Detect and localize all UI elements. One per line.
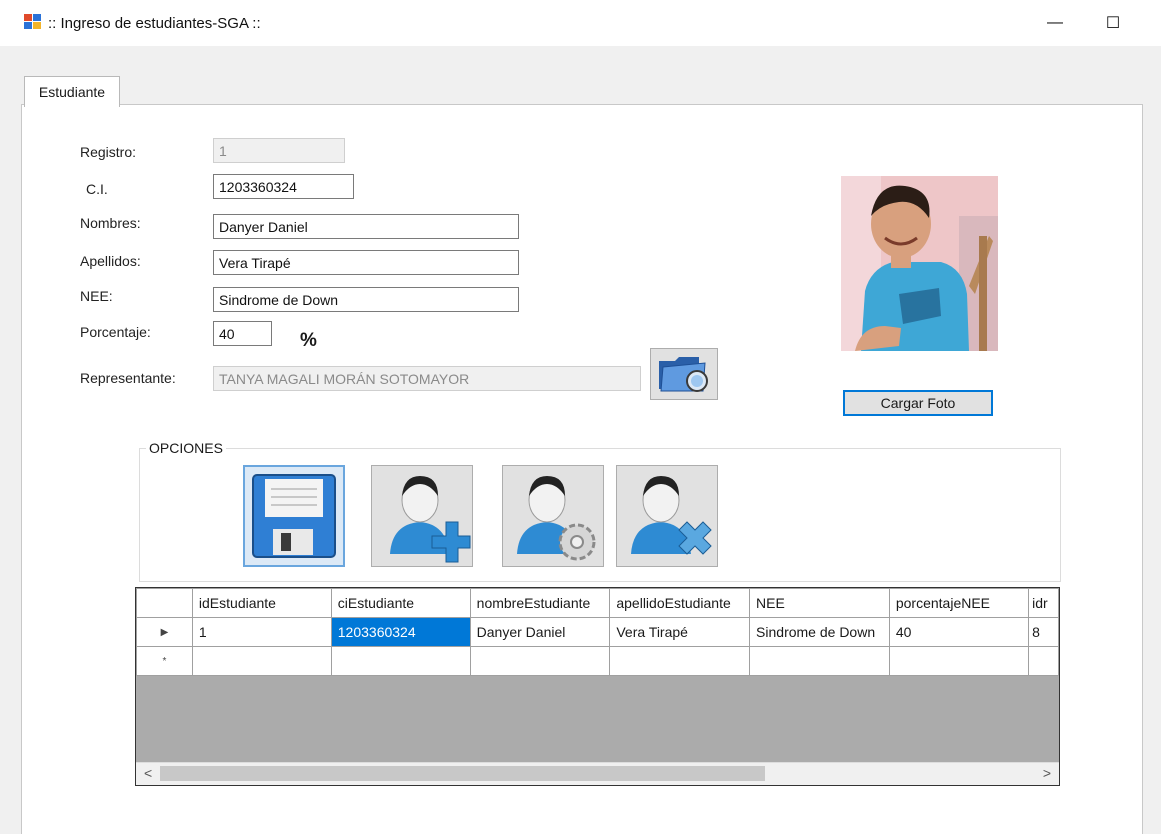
table-row[interactable]: ▶ 1 1203360324 Danyer Daniel Vera Tirapé… [136,617,1059,647]
grid-cell[interactable] [749,646,890,676]
nombres-label: Nombres: [80,215,141,231]
porcentaje-label: Porcentaje: [80,324,151,340]
registro-field[interactable]: 1 [213,138,345,163]
tab-estudiante[interactable]: Estudiante [24,76,120,107]
scroll-right-icon[interactable]: > [1043,765,1051,781]
row-marker-icon[interactable]: ▶ [136,617,193,647]
representante-field[interactable]: TANYA MAGALI MORÁN SOTOMAYOR [213,366,641,391]
grid-cell[interactable] [330,646,471,676]
grid-cell[interactable]: 40 [888,617,1030,647]
save-icon [252,474,336,558]
representante-label: Representante: [80,370,176,386]
porcentaje-field[interactable]: 40 [213,321,272,346]
column-header[interactable]: ciEstudiante [330,588,471,618]
nee-label: NEE: [80,288,113,304]
apellidos-field[interactable]: Vera Tirapé [213,250,519,275]
student-photo [841,176,998,351]
grid-cell[interactable] [1028,646,1059,676]
grid-corner [136,588,193,618]
registro-label: Registro: [80,144,137,160]
grid-cell[interactable]: 1 [191,617,332,647]
grid-cell[interactable]: Danyer Daniel [469,617,611,647]
save-button[interactable] [243,465,345,567]
column-header[interactable]: idr [1028,588,1059,618]
grid-cell-selected[interactable]: 1203360324 [330,617,471,647]
apellidos-label: Apellidos: [80,253,141,269]
options-legend: OPCIONES [146,440,226,456]
delete-user-button[interactable] [616,465,718,567]
search-representante-button[interactable] [650,348,718,400]
column-header[interactable]: idEstudiante [191,588,332,618]
cargar-foto-button[interactable]: Cargar Foto [843,390,993,416]
column-header[interactable]: NEE [749,588,890,618]
edit-user-icon [517,476,596,561]
new-row[interactable]: * [136,646,1059,676]
minimize-button[interactable]: — [1032,8,1078,38]
scroll-left-icon[interactable]: < [144,765,152,781]
maximize-button[interactable]: ☐ [1090,8,1136,38]
add-user-icon [390,476,471,563]
grid-cell[interactable]: 8 [1028,617,1059,647]
horizontal-scrollbar[interactable]: < > [136,762,1059,785]
ci-label: C.I. [86,181,108,197]
column-header[interactable]: nombreEstudiante [469,588,611,618]
title-bar: :: Ingreso de estudiantes-SGA :: — ☐ [0,0,1161,46]
ci-field[interactable]: 1203360324 [213,174,354,199]
scrollbar-thumb[interactable] [160,766,765,781]
grid-cell[interactable]: Vera Tirapé [609,617,751,647]
nombres-field[interactable]: Danyer Daniel [213,214,519,239]
percent-sign: % [300,330,317,351]
new-row-marker[interactable]: * [136,646,193,676]
grid-cell[interactable] [609,646,751,676]
column-header[interactable]: apellidoEstudiante [609,588,751,618]
grid-cell[interactable] [469,646,611,676]
grid-cell[interactable] [191,646,332,676]
students-grid[interactable]: idEstudiante ciEstudiante nombreEstudian… [135,587,1060,786]
edit-user-button[interactable] [502,465,604,567]
folder-search-icon [659,357,708,392]
column-header[interactable]: porcentajeNEE [888,588,1030,618]
delete-user-icon [631,476,712,555]
add-user-button[interactable] [371,465,473,567]
nee-field[interactable]: Sindrome de Down [213,287,519,312]
window-title: :: Ingreso de estudiantes-SGA :: [48,15,261,32]
grid-cell[interactable] [888,646,1030,676]
grid-header-row: idEstudiante ciEstudiante nombreEstudian… [136,588,1059,618]
grid-cell[interactable]: Sindrome de Down [749,617,890,647]
app-icon [24,14,42,30]
